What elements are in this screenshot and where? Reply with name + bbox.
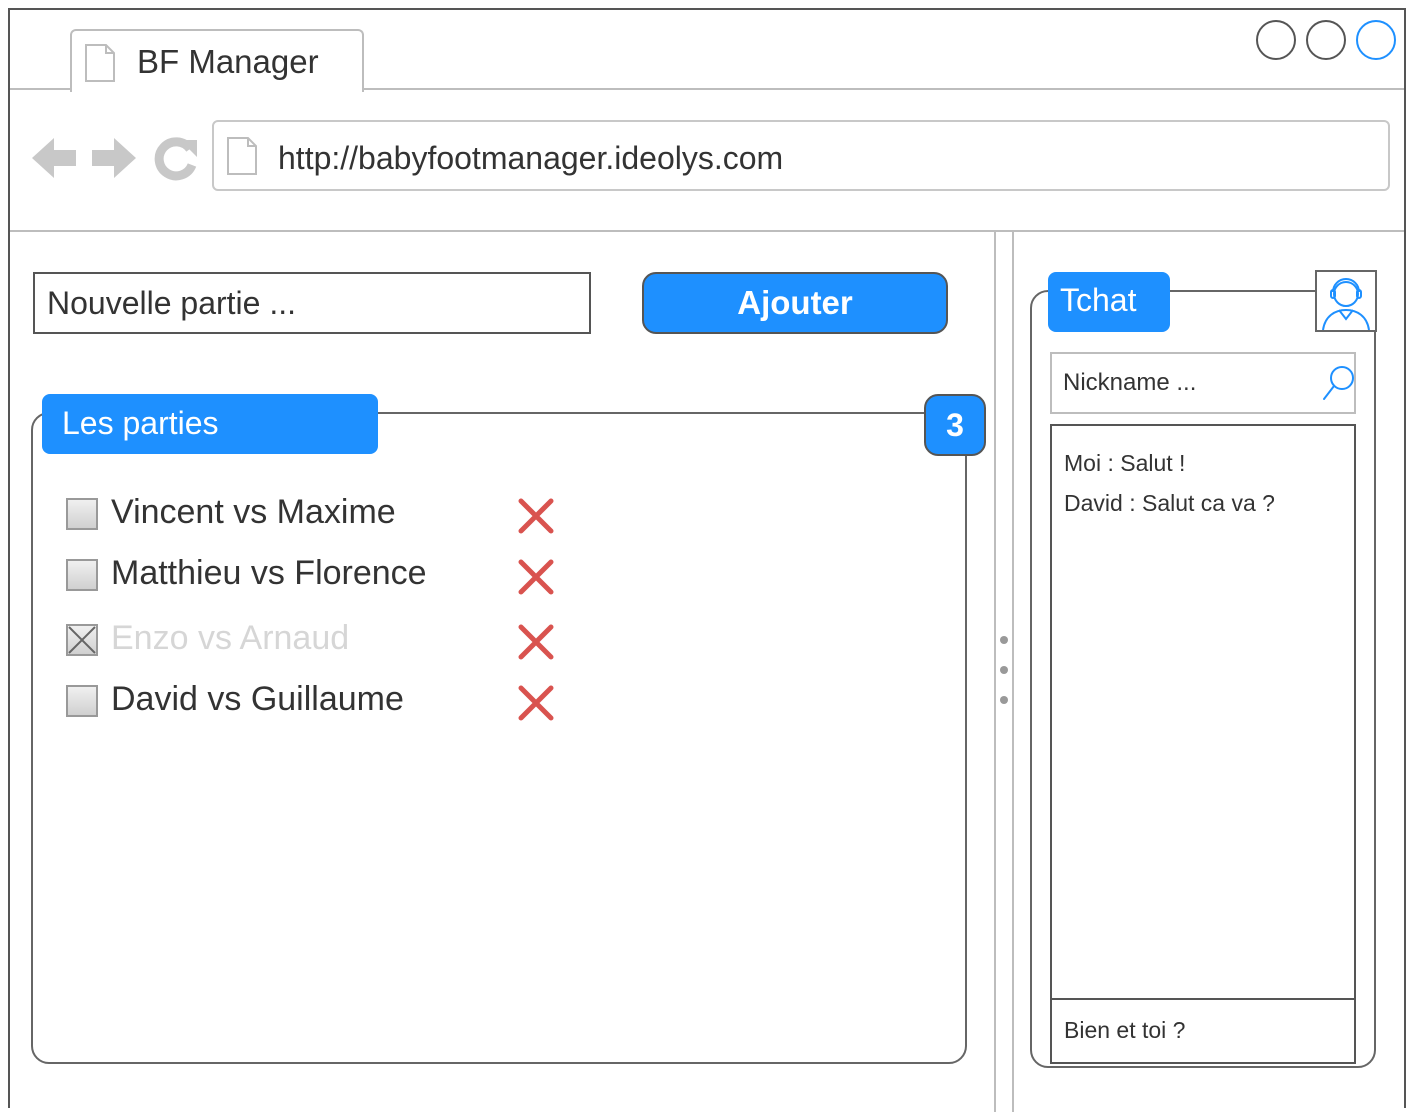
address-bar[interactable]: http://babyfootmanager.ideolys.com xyxy=(212,120,1390,191)
match-row: David vs Guillaume xyxy=(66,680,586,723)
page-icon xyxy=(85,44,115,82)
checkbox-cross-icon xyxy=(68,626,96,654)
search-icon[interactable] xyxy=(1320,364,1356,402)
matches-panel-title: Les parties xyxy=(42,394,378,454)
user-avatar-icon xyxy=(1322,278,1370,330)
nickname-input[interactable] xyxy=(1050,352,1356,414)
url-text: http://babyfootmanager.ideolys.com xyxy=(278,140,784,176)
navigation-bar: http://babyfootmanager.ideolys.com xyxy=(10,90,1404,232)
splitter-grip-dot xyxy=(1000,636,1008,644)
reload-icon[interactable] xyxy=(153,134,199,182)
match-label: Enzo vs Arnaud xyxy=(111,619,350,657)
tab-title: BF Manager xyxy=(137,43,319,80)
chat-panel-title: Tchat xyxy=(1048,272,1170,332)
match-label: Matthieu vs Florence xyxy=(111,554,427,592)
panel-splitter[interactable] xyxy=(994,232,1014,1112)
maximize-button[interactable] xyxy=(1306,20,1346,60)
match-checkbox[interactable] xyxy=(66,498,98,530)
matches-count-badge: 3 xyxy=(924,394,986,456)
splitter-grip-dot xyxy=(1000,666,1008,674)
browser-tab[interactable]: BF Manager xyxy=(70,29,364,92)
chat-message: Moi : Salut ! xyxy=(1064,450,1186,476)
match-checkbox[interactable] xyxy=(66,685,98,717)
close-window-button[interactable] xyxy=(1356,20,1396,60)
arrow-right-icon[interactable] xyxy=(90,134,138,182)
match-checkbox-checked[interactable] xyxy=(66,624,98,656)
chat-messages: Moi : Salut ! David : Salut ca va ? Bien… xyxy=(1050,424,1356,1064)
close-icon[interactable] xyxy=(518,685,554,721)
chat-message: David : Salut ca va ? xyxy=(1064,490,1275,516)
add-match-button[interactable]: Ajouter xyxy=(642,272,948,334)
arrow-left-icon[interactable] xyxy=(30,134,78,182)
minimize-button[interactable] xyxy=(1256,20,1296,60)
splitter-grip-dot xyxy=(1000,696,1008,704)
title-bar: BF Manager xyxy=(10,10,1404,92)
page-icon xyxy=(227,137,257,175)
match-row: Enzo vs Arnaud xyxy=(66,619,586,662)
match-label: Vincent vs Maxime xyxy=(111,493,396,531)
new-match-input[interactable] xyxy=(33,272,591,334)
chat-reply-input[interactable]: Bien et toi ? xyxy=(1052,998,1354,1062)
match-row: Matthieu vs Florence xyxy=(66,554,586,597)
close-icon[interactable] xyxy=(518,624,554,660)
close-icon[interactable] xyxy=(518,559,554,595)
match-label: David vs Guillaume xyxy=(111,680,404,718)
match-checkbox[interactable] xyxy=(66,559,98,591)
match-row: Vincent vs Maxime xyxy=(66,493,586,536)
close-icon[interactable] xyxy=(518,498,554,534)
user-avatar[interactable] xyxy=(1315,270,1377,332)
